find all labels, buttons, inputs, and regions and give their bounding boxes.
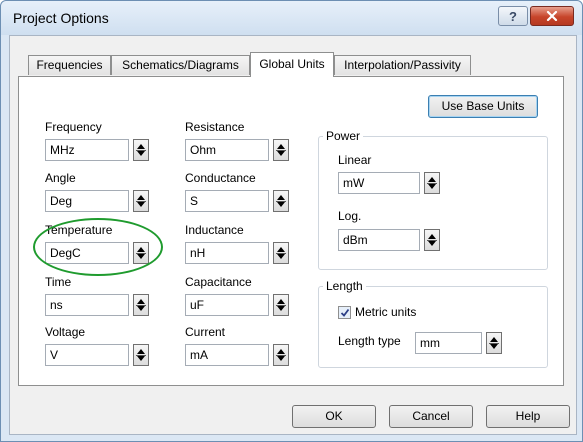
window-title: Project Options — [13, 10, 109, 26]
time-spin-button[interactable] — [133, 294, 149, 316]
frequency-unit-field[interactable]: MHz — [45, 139, 129, 161]
log-label: Log. — [338, 209, 362, 223]
capacitance-spin-button[interactable] — [273, 294, 289, 316]
resistance-label: Resistance — [185, 120, 245, 134]
inductance-unit-field[interactable]: nH — [185, 242, 269, 264]
close-button[interactable] — [530, 6, 574, 26]
capacitance-unit-field[interactable]: uF — [185, 294, 269, 316]
use-base-units-button[interactable]: Use Base Units — [428, 95, 538, 118]
length-group — [318, 286, 548, 368]
ok-button[interactable]: OK — [292, 405, 376, 428]
button-label: Help — [515, 409, 541, 423]
length-type-label: Length type — [338, 334, 401, 348]
voltage-unit-field[interactable]: V — [45, 344, 129, 366]
frequency-label: Frequency — [45, 120, 102, 134]
button-label: Cancel — [412, 409, 450, 423]
help-button[interactable]: Help — [486, 405, 570, 428]
tab-label: Frequencies — [36, 58, 103, 72]
inductance-spin-button[interactable] — [273, 242, 289, 264]
log-spin-button[interactable] — [424, 229, 440, 251]
help-title-button[interactable]: ? — [498, 6, 528, 26]
tab-global-units[interactable]: Global Units — [250, 52, 334, 77]
cancel-button[interactable]: Cancel — [389, 405, 473, 428]
tab-interpolation-passivity[interactable]: Interpolation/Passivity — [334, 55, 471, 75]
annotation-ellipse — [33, 218, 163, 276]
title-bar[interactable]: Project Options ? — [1, 1, 582, 35]
linear-unit-field[interactable]: mW — [338, 172, 420, 194]
log-unit-field[interactable]: dBm — [338, 229, 420, 251]
metric-units-checkbox[interactable] — [338, 306, 351, 319]
current-label: Current — [185, 325, 226, 339]
conductance-spin-button[interactable] — [273, 190, 289, 212]
current-unit-field[interactable]: mA — [185, 344, 269, 366]
tab-schematics-diagrams[interactable]: Schematics/Diagrams — [111, 55, 250, 75]
conductance-unit-field[interactable]: S — [185, 190, 269, 212]
length-type-spin-button[interactable] — [486, 332, 502, 354]
voltage-spin-button[interactable] — [133, 344, 149, 366]
power-group-title: Power — [323, 129, 364, 143]
current-spin-button[interactable] — [273, 344, 289, 366]
length-group-title: Length — [323, 279, 366, 293]
time-unit-field[interactable]: ns — [45, 294, 129, 316]
close-icon — [546, 11, 558, 21]
capacitance-label: Capacitance — [185, 275, 252, 289]
resistance-spin-button[interactable] — [273, 139, 289, 161]
angle-spin-button[interactable] — [133, 190, 149, 212]
voltage-label: Voltage — [45, 325, 86, 339]
checkmark-icon — [340, 308, 349, 317]
tab-label: Interpolation/Passivity — [344, 58, 461, 72]
angle-label: Angle — [45, 171, 76, 185]
tab-frequencies[interactable]: Frequencies — [28, 55, 111, 75]
tab-label: Global Units — [259, 57, 325, 71]
linear-spin-button[interactable] — [424, 172, 440, 194]
resistance-unit-field[interactable]: Ohm — [185, 139, 269, 161]
tab-label: Schematics/Diagrams — [122, 58, 239, 72]
button-label: Use Base Units — [441, 99, 525, 113]
time-label: Time — [45, 275, 72, 289]
conductance-label: Conductance — [185, 171, 256, 185]
angle-unit-field[interactable]: Deg — [45, 190, 129, 212]
question-mark-icon: ? — [509, 8, 517, 24]
metric-units-label: Metric units — [355, 305, 417, 319]
linear-label: Linear — [338, 153, 372, 167]
frequency-spin-button[interactable] — [133, 139, 149, 161]
inductance-label: Inductance — [185, 223, 244, 237]
length-type-field[interactable]: mm — [415, 332, 482, 354]
button-label: OK — [325, 409, 343, 423]
